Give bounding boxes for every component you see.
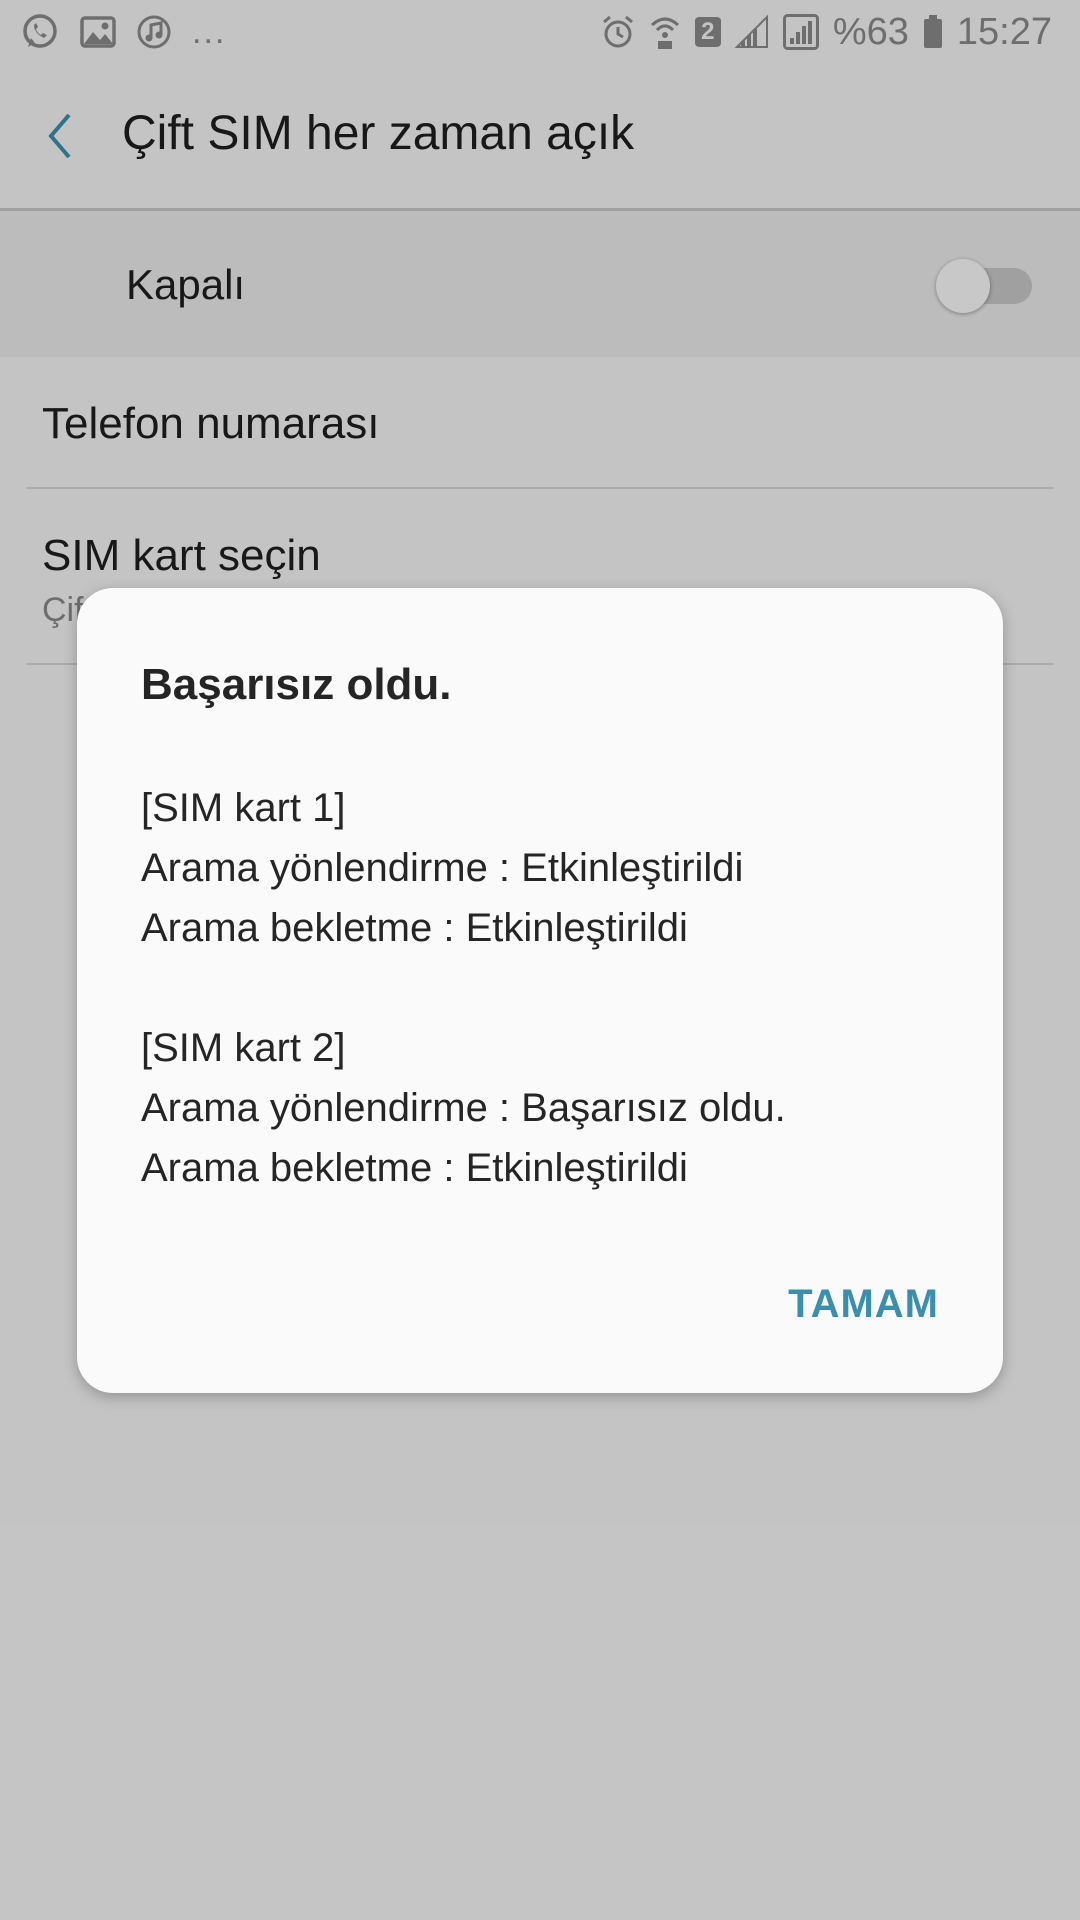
dialog-message: [SIM kart 1] Arama yönlendirme : Etkinle…	[141, 778, 941, 1198]
sim2-header: [SIM kart 2]	[141, 1026, 346, 1070]
sim1-waiting-status: Arama bekletme : Etkinleştirildi	[141, 906, 688, 950]
result-dialog: Başarısız oldu. [SIM kart 1] Arama yönle…	[77, 588, 1003, 1393]
dialog-title: Başarısız oldu.	[141, 660, 452, 709]
ok-button[interactable]: TAMAM	[770, 1274, 957, 1335]
sim1-forwarding-status: Arama yönlendirme : Etkinleştirildi	[141, 846, 744, 890]
dialog-spacer	[141, 958, 941, 1018]
sim2-forwarding-status: Arama yönlendirme : Başarısız oldu.	[141, 1086, 786, 1130]
sim2-waiting-status: Arama bekletme : Etkinleştirildi	[141, 1146, 688, 1190]
sim1-header: [SIM kart 1]	[141, 786, 346, 830]
